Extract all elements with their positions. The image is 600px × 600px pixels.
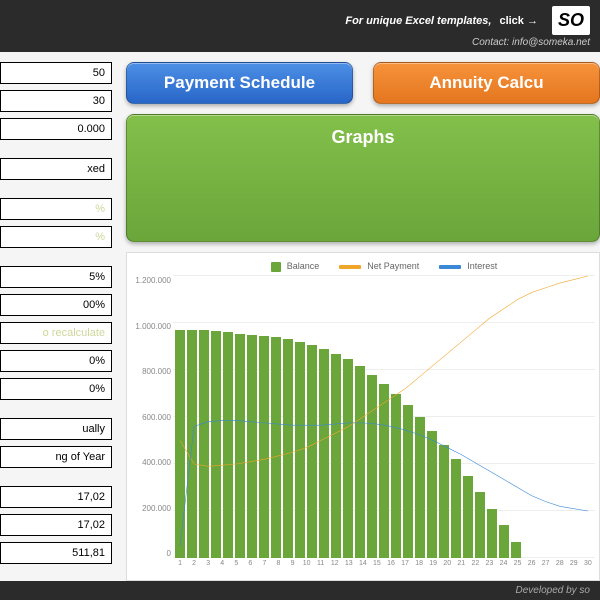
chart-area: Balance Net Payment Interest 0200.000400… — [126, 252, 600, 581]
legend-net-payment: Net Payment — [367, 261, 419, 271]
legend-interest: Interest — [467, 261, 497, 271]
input-panel: 50 30 0.000 xed%% 5% 00% o recalculate 0% 0% uall… — [0, 62, 112, 581]
input-cell[interactable]: 511,81 — [0, 542, 112, 564]
line-interest — [180, 421, 588, 547]
annuity-calc-button[interactable]: Annuity Calcu — [373, 62, 600, 104]
promo-cta[interactable]: click → — [499, 15, 538, 27]
input-cell[interactable]: 00% — [0, 294, 112, 316]
line-net-payment — [180, 276, 588, 466]
input-cell[interactable]: 17,02 — [0, 514, 112, 536]
payment-schedule-button[interactable]: Payment Schedule — [126, 62, 353, 104]
chart-plot: 0200.000400.000600.000800.0001.000.0001.… — [173, 276, 595, 576]
input-cell[interactable]: 0.000 — [0, 118, 112, 140]
input-cell[interactable]: 30 — [0, 90, 112, 112]
input-cell[interactable]: % — [0, 198, 112, 220]
contact-email[interactable]: info@someka.net — [512, 37, 590, 48]
input-cell[interactable]: ually — [0, 418, 112, 440]
contact-label: Contact: — [472, 37, 509, 48]
chart-legend: Balance Net Payment Interest — [173, 261, 595, 272]
input-cell[interactable]: % — [0, 226, 112, 248]
promo-text: For unique Excel templates, — [345, 15, 491, 27]
top-bar: For unique Excel templates, click → SO C… — [0, 0, 600, 52]
input-cell[interactable]: 5% — [0, 266, 112, 288]
input-cell[interactable]: 0% — [0, 350, 112, 372]
input-cell[interactable]: 50 — [0, 62, 112, 84]
input-cell[interactable]: xed — [0, 158, 112, 180]
input-cell[interactable]: 0% — [0, 378, 112, 400]
footer-text: Developed by so — [0, 581, 600, 600]
legend-balance: Balance — [287, 261, 320, 271]
graphs-button[interactable]: Graphs — [126, 114, 600, 242]
brand-logo[interactable]: SO — [552, 6, 590, 35]
input-cell[interactable]: 17,02 — [0, 486, 112, 508]
input-cell[interactable]: ng of Year — [0, 446, 112, 468]
input-cell[interactable]: o recalculate — [0, 322, 112, 344]
